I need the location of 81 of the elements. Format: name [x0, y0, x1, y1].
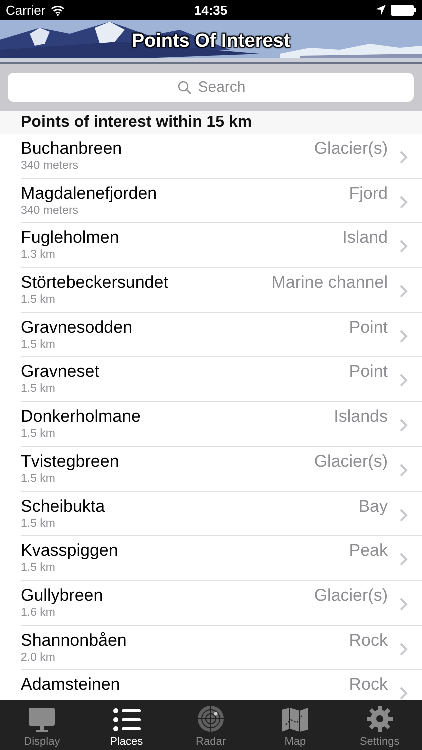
chevron-icon [400, 374, 408, 388]
place-row[interactable]: Buchanbreen 340 meters Glacier(s) [21, 134, 422, 179]
chevron-icon [400, 508, 408, 522]
search-icon [178, 81, 192, 95]
place-distance: 1.5 km [21, 472, 57, 487]
place-type: Rock [349, 674, 388, 696]
place-distance: 1.3 km [21, 248, 57, 264]
place-distance: 1.5 km [21, 382, 57, 398]
place-name: Tvistegbreen [21, 450, 120, 472]
chevron-icon [400, 687, 408, 700]
place-name: Donkerholmane [21, 406, 142, 428]
place-type: Glacier(s) [314, 584, 388, 606]
battery-icon [391, 4, 416, 16]
chevron-icon [400, 598, 408, 611]
place-distance: 1.5 km [21, 561, 57, 576]
chevron-icon [400, 151, 408, 164]
place-name: Adamsteinen [21, 674, 122, 696]
place-type: Islands [334, 406, 388, 428]
place-type: Peak [349, 540, 388, 562]
place-row[interactable]: Tvistegbreen 1.5 km Glacier(s) [21, 446, 422, 492]
tab[interactable]: Display [0, 700, 84, 750]
place-name: Fugleholmen [21, 227, 120, 248]
section-title: Points of interest within 15 km [21, 114, 252, 132]
place-type: Marine channel [272, 272, 388, 294]
place-distance: 340 meters [21, 204, 80, 219]
place-distance: 340 meters [21, 159, 80, 174]
tab[interactable]: Places [84, 700, 169, 750]
place-row[interactable]: Fugleholmen 1.3 km Island [21, 223, 422, 268]
place-type: Point [349, 361, 388, 382]
place-distance: 1.5 km [21, 293, 57, 308]
place-type: Island [342, 227, 388, 248]
tab[interactable]: Map [253, 700, 338, 750]
place-distance: 1.5 km [21, 427, 57, 442]
carrier-label: Carrier [6, 2, 46, 18]
chevron-icon [400, 240, 408, 254]
place-row[interactable]: Gravnesodden 1.5 km Point [21, 312, 422, 358]
place-type: Glacier(s) [314, 138, 388, 159]
place-type: Rock [349, 630, 388, 651]
place-type: Fjord [349, 182, 388, 204]
place-row[interactable]: Kvasspiggen 1.5 km Peak [21, 536, 422, 581]
list-icon [112, 707, 141, 733]
tab[interactable]: Radar [168, 700, 254, 750]
place-row[interactable]: Gravneset 1.5 km Point [21, 357, 422, 402]
chevron-icon [400, 464, 408, 477]
place-distance: 1.6 km [21, 606, 57, 621]
place-name: Buchanbreen [21, 138, 124, 159]
chevron-icon [400, 553, 408, 566]
chevron-icon [400, 196, 408, 209]
place-distance: 1.5 km [21, 516, 57, 532]
clock-time: 14:35 [194, 2, 228, 18]
place-name: Magdalenefjorden [21, 182, 158, 204]
place-name: Kvasspiggen [21, 540, 120, 562]
place-name: Shannonbåen [21, 630, 128, 651]
monitor-icon [28, 707, 56, 733]
place-distance: 1.5 km [21, 338, 57, 353]
wifi-icon [50, 4, 65, 16]
chevron-icon [400, 419, 408, 432]
place-row[interactable]: Störtebeckersundet 1.5 km Marine channel [21, 268, 422, 313]
place-distance: 2.0 km [21, 650, 57, 666]
place-name: Gravneset [21, 361, 100, 382]
search-field[interactable]: Search [8, 73, 414, 102]
tab[interactable]: Settings [338, 700, 422, 750]
place-type: Glacier(s) [314, 450, 388, 472]
chevron-icon [400, 285, 408, 298]
map-icon [281, 707, 310, 733]
chevron-icon [400, 330, 408, 343]
place-name: Störtebeckersundet [21, 272, 170, 294]
chevron-icon [400, 642, 408, 656]
place-row[interactable]: Gullybreen 1.6 km Glacier(s) [21, 580, 422, 626]
radar-icon [197, 705, 226, 733]
place-row[interactable]: Donkerholmane 1.5 km Islands [21, 402, 422, 447]
place-row[interactable]: Scheibukta 1.5 km Bay [21, 492, 422, 536]
place-row[interactable]: Magdalenefjorden 340 meters Fjord [21, 178, 422, 224]
gear-icon [366, 705, 394, 733]
location-arrow-icon [376, 5, 386, 15]
place-name: Scheibukta [21, 496, 106, 516]
place-name: Gravnesodden [21, 316, 134, 338]
place-type: Bay [358, 496, 388, 516]
place-name: Gullybreen [21, 584, 104, 606]
place-row[interactable]: Shannonbåen 2.0 km Rock [21, 626, 422, 670]
place-type: Point [349, 316, 388, 338]
